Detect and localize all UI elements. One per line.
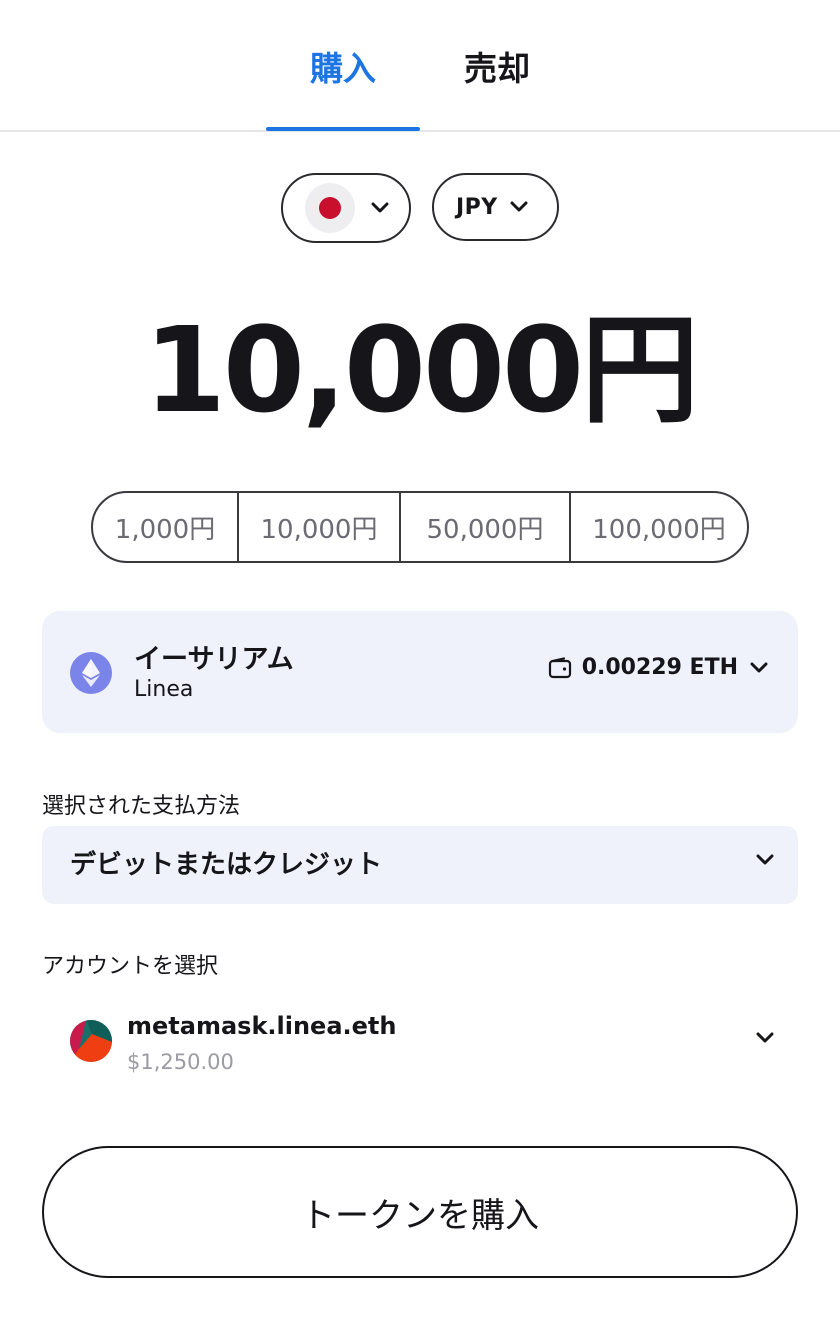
- token-network: Linea: [134, 677, 194, 702]
- account-name: metamask.linea.eth: [127, 1012, 397, 1040]
- balance-text: 0.00229 ETH: [581, 655, 738, 680]
- currency-code: JPY: [456, 194, 498, 220]
- ethereum-diamond-icon: [82, 659, 100, 687]
- chevron-down-icon: [756, 854, 774, 865]
- active-tab-indicator: [266, 127, 420, 131]
- chevron-down-icon: [510, 201, 528, 212]
- account-label: アカウントを選択: [42, 954, 219, 979]
- payment-method-value: デビットまたはクレジット: [70, 850, 383, 880]
- chevron-down-icon: [371, 202, 389, 213]
- avatar: [70, 1020, 112, 1062]
- flag-circle: [319, 197, 341, 219]
- ethereum-icon: [70, 652, 112, 694]
- quick-amount-button[interactable]: 1,000円: [93, 493, 237, 561]
- token-balance: 0.00229 ETH: [548, 655, 768, 680]
- quick-amount-button[interactable]: 50,000円: [399, 493, 569, 561]
- account-avatar-icon: [70, 1020, 112, 1062]
- tab-sell[interactable]: 売却: [420, 0, 574, 132]
- token-selector[interactable]: イーサリアム Linea 0.00229 ETH: [42, 611, 798, 733]
- chevron-down-icon: [750, 662, 768, 672]
- account-balance: $1,250.00: [127, 1050, 234, 1074]
- quick-amount-button[interactable]: 100,000円: [569, 493, 747, 561]
- buy-sell-screen: 購入 売却 JPY 10,000円 1,000円 10,000円 50,000円…: [0, 0, 840, 1338]
- tab-buy[interactable]: 購入: [266, 0, 420, 132]
- token-name: イーサリアム: [134, 644, 294, 675]
- wallet-icon: [548, 656, 571, 678]
- amount-display[interactable]: 10,000円: [0, 300, 840, 440]
- buy-token-button[interactable]: トークンを購入: [42, 1146, 798, 1278]
- payment-method-selector[interactable]: デビットまたはクレジット: [42, 826, 798, 904]
- account-selector[interactable]: metamask.linea.eth $1,250.00: [42, 1000, 798, 1090]
- quick-amount-group: 1,000円 10,000円 50,000円 100,000円: [91, 491, 749, 563]
- payment-method-label: 選択された支払方法: [42, 794, 241, 819]
- japan-flag-icon: [305, 183, 355, 233]
- chevron-down-icon: [756, 1032, 774, 1043]
- currency-selector[interactable]: JPY: [432, 173, 559, 241]
- region-selector[interactable]: [281, 173, 411, 243]
- quick-amount-button[interactable]: 10,000円: [237, 493, 399, 561]
- tab-bar: 購入 売却: [0, 0, 840, 132]
